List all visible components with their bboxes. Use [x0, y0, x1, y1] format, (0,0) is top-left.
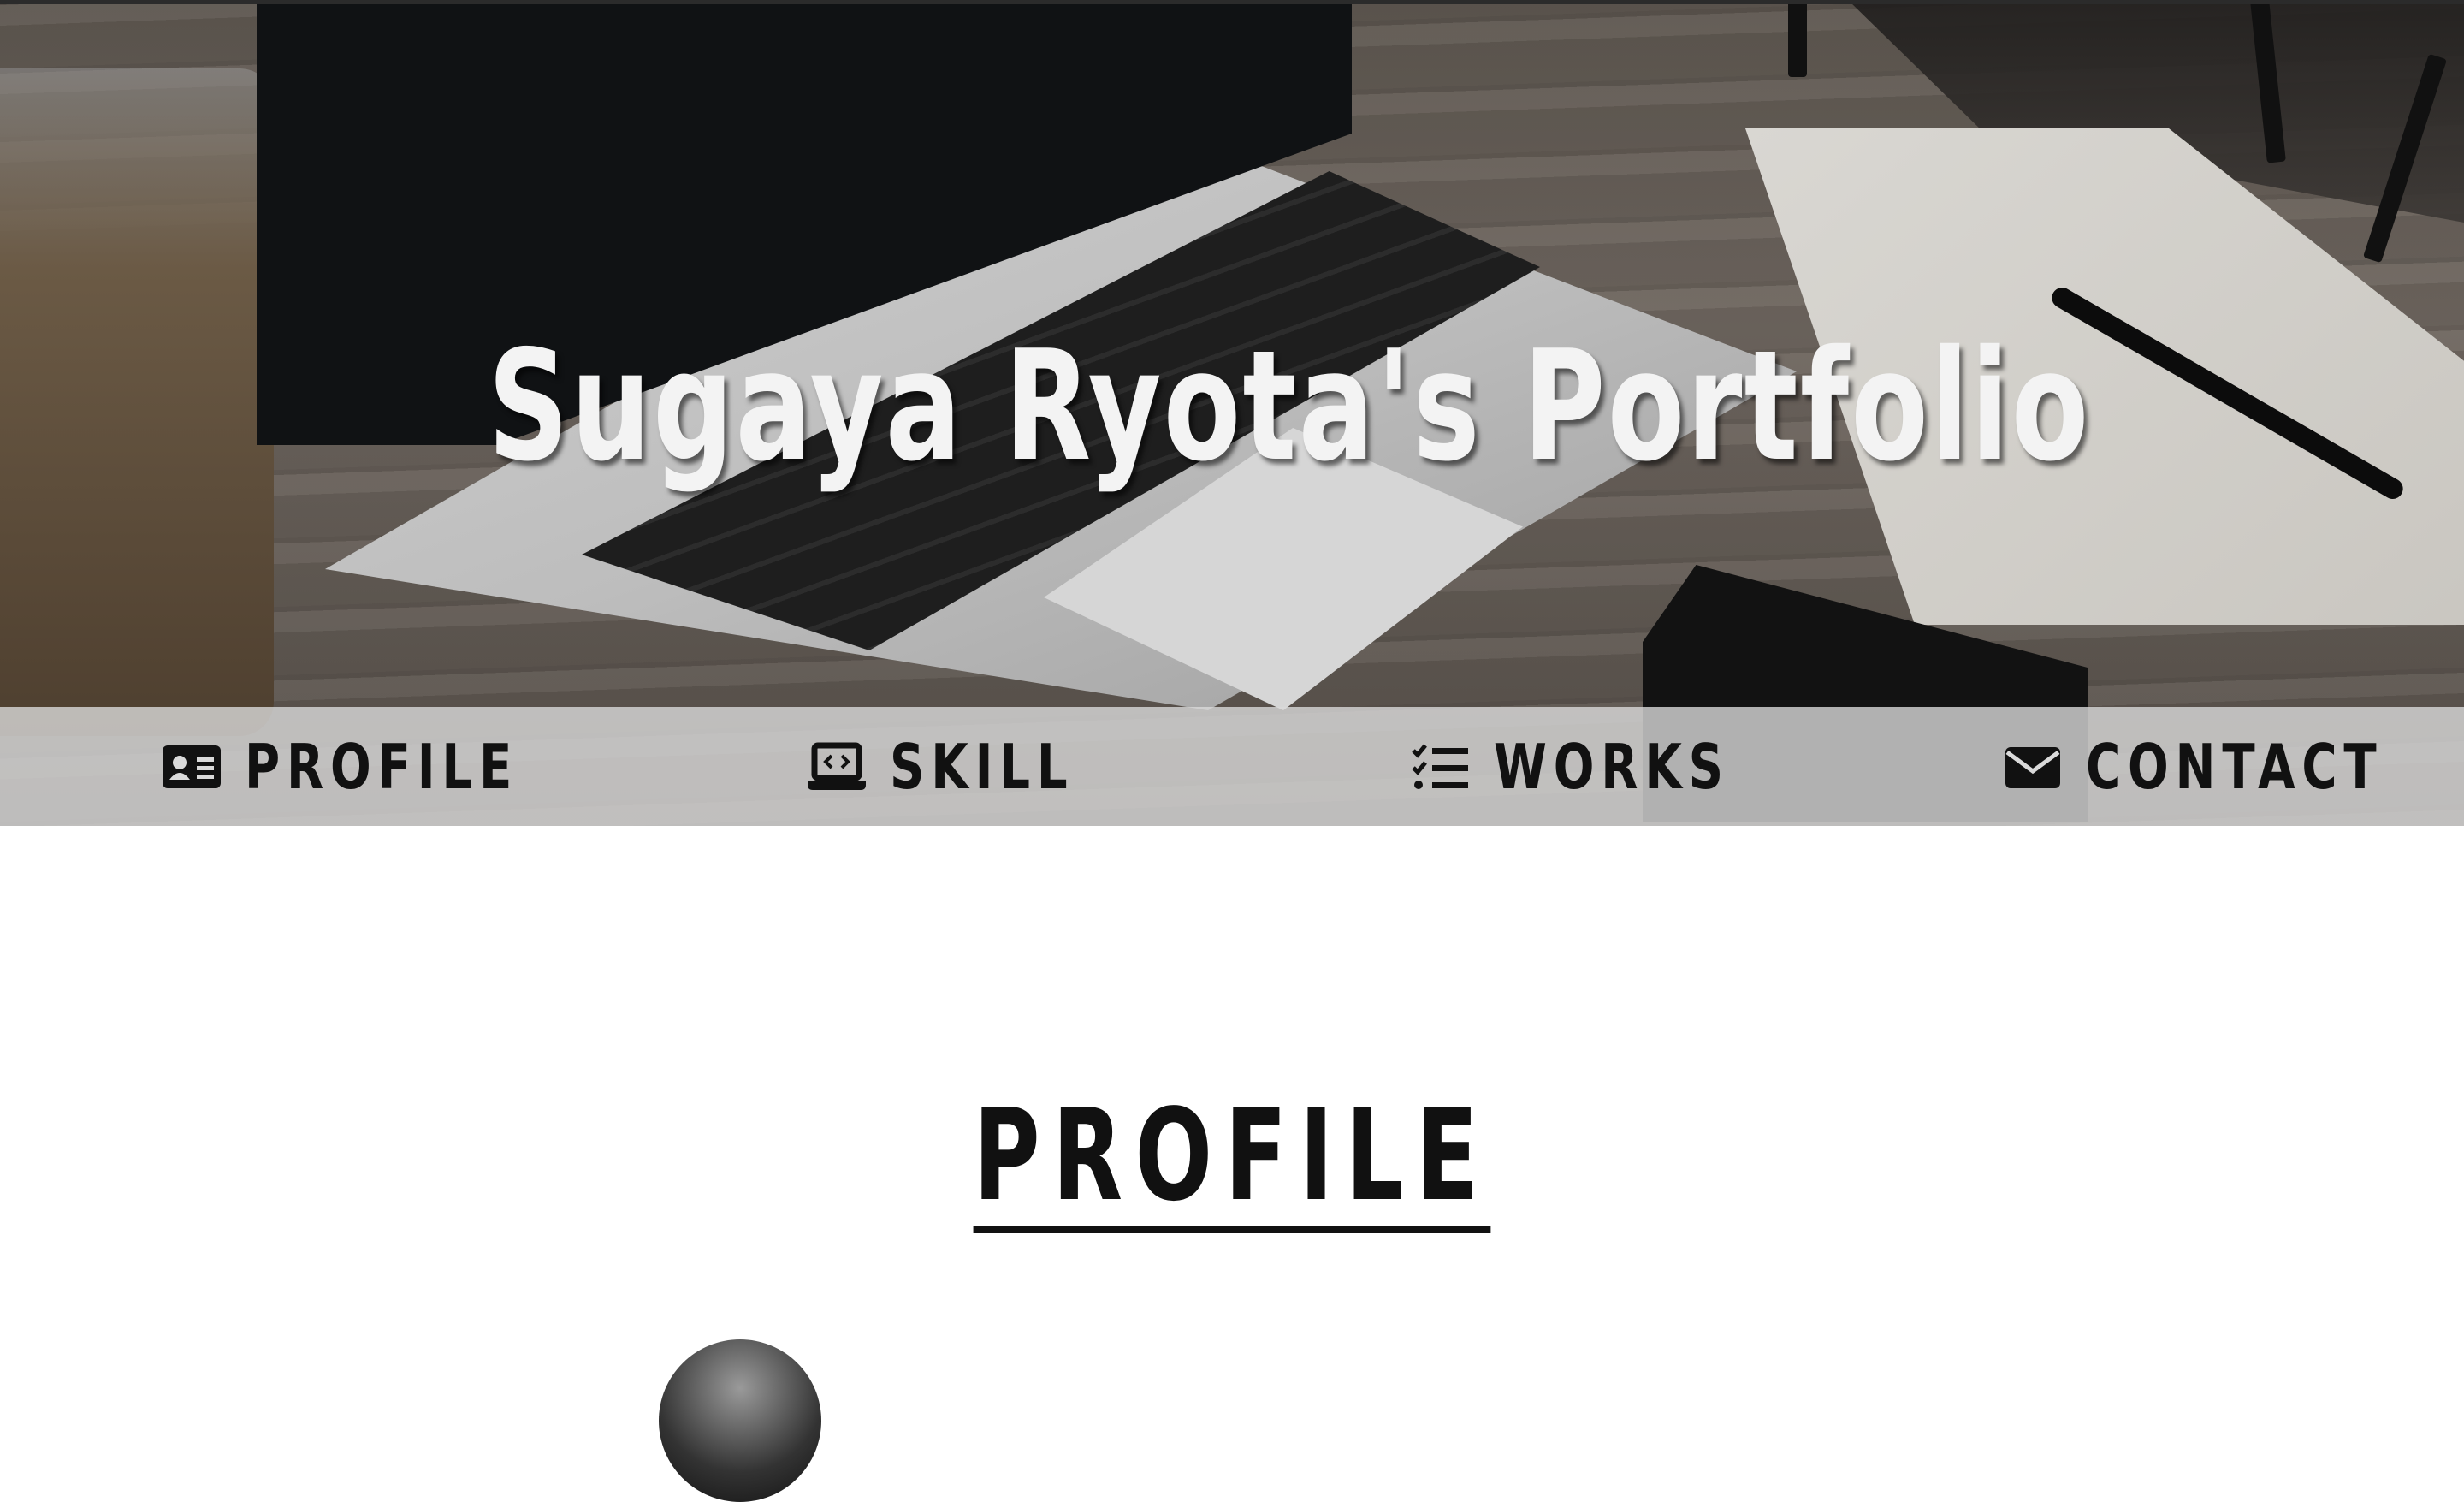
profile-heading-text: PROFILE	[973, 1087, 1491, 1233]
main-navigation: PROFILE SKILL WORKS CONTACT	[0, 707, 2464, 826]
hero-banner: Sugaya Ryota's Portfolio	[0, 0, 2464, 826]
chair-leg	[1788, 0, 1807, 77]
nav-label-contact: CONTACT	[2086, 730, 2384, 803]
nav-item-works[interactable]: WORKS	[1410, 707, 1797, 826]
envelope-icon	[2005, 746, 2060, 788]
nav-label-skill: SKILL	[890, 730, 1075, 803]
nav-item-skill[interactable]: SKILL	[806, 707, 1126, 826]
nav-label-profile: PROFILE	[245, 730, 519, 803]
laptop-code-icon	[808, 742, 866, 790]
nav-item-contact[interactable]: CONTACT	[2002, 707, 2464, 826]
browser-top-edge	[0, 0, 2464, 4]
nav-item-profile[interactable]: PROFILE	[161, 707, 595, 826]
avatar	[659, 1339, 821, 1502]
nav-label-works: WORKS	[1494, 730, 1730, 803]
site-title: Sugaya Ryota's Portfolio	[488, 318, 2091, 495]
profile-section-heading: PROFILE	[0, 1087, 2464, 1233]
id-card-icon	[163, 745, 221, 788]
task-list-icon	[1412, 743, 1468, 789]
